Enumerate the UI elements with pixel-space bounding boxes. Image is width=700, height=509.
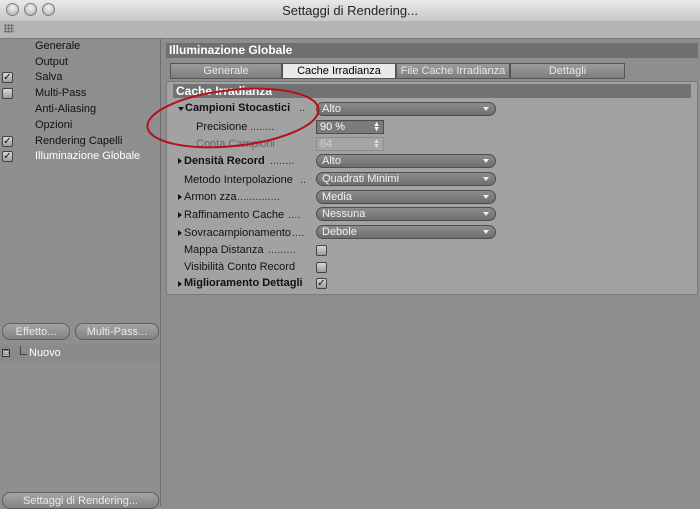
dropdown-value: Alto [322,155,341,167]
expand-arrow-icon[interactable] [178,281,182,287]
sidebar-item-salva[interactable]: Salva [35,70,63,86]
dropdown-arrow-icon [483,107,489,111]
dropdown-arrow-icon [483,212,489,216]
drag-grip-icon[interactable] [4,24,14,33]
mappa-distanza-label: Mappa Distanza [184,244,264,256]
metodo-interpolazione-dropdown[interactable]: Quadrati Minimi [316,172,496,186]
dropdown-value: Media [322,191,352,203]
window-title: Settaggi di Rendering... [282,3,418,18]
raffinamento-cache-dropdown[interactable]: Nessuna [316,207,496,221]
sidebar-check-illuminazione-globale[interactable]: ✓ [2,151,13,162]
dropdown-value: Nessuna [322,208,366,220]
expand-arrow-icon[interactable] [178,194,182,200]
densita-record-dropdown[interactable]: Alto [316,154,496,168]
sidebar-item-output[interactable]: Output [35,55,68,71]
collapse-icon[interactable]: ⊡ [2,349,10,357]
tab-generale[interactable]: Generale [170,63,282,79]
title-bar: Settaggi di Rendering... [0,0,700,22]
sidebar-check-multi-pass[interactable] [2,88,13,99]
sidebar-item-label: Illuminazione Globale [35,150,141,162]
densita-record-label: Densità Record [184,155,265,167]
sidebar-item-generale[interactable]: Generale [35,39,80,55]
visibilita-conto-record-checkbox[interactable] [316,262,327,273]
sidebar-item-rendering-capelli[interactable]: Rendering Capelli [35,134,122,150]
dropdown-arrow-icon [483,177,489,181]
annotation-ellipse [146,87,320,149]
leader-dots: ......... [268,244,296,256]
dropdown-value: Quadrati Minimi [322,173,400,185]
expand-arrow-icon[interactable] [178,230,182,236]
leader-dots: ........ [270,155,295,167]
tab-file-cache-irradianza[interactable]: File Cache Irradianza [396,63,510,79]
leader-dots: .... [288,209,301,221]
sidebar-check-rendering-capelli[interactable]: ✓ [2,136,13,147]
campioni-stocastici-dropdown[interactable]: Alto [316,102,496,116]
preset-item-nuovo[interactable]: Nuovo [29,347,61,359]
sidebar-item-illuminazione-globale[interactable]: Illuminazione Globale [35,149,140,165]
sovracampionamento-dropdown[interactable]: Debole [316,225,496,239]
sovracampionamento-label: Sovracampionamento [184,227,292,239]
leader-dots: .. [300,174,307,186]
miglioramento-dettagli-checkbox[interactable]: ✓ [316,278,327,289]
mappa-distanza-checkbox[interactable] [316,245,327,256]
tab-bar: Generale Cache Irradianza File Cache Irr… [170,63,625,79]
stepper-icon: ▲ ▼ [373,138,380,150]
miglioramento-dettagli-label: Miglioramento Dettagli [184,277,303,289]
sidebar-item-label: Anti-Aliasing [35,103,97,115]
raffinamento-cache-label: Raffinamento Cache [184,209,285,221]
sidebar-item-label: Multi-Pass [35,87,87,99]
sidebar-item-label: Salva [35,71,63,83]
dropdown-arrow-icon [483,230,489,234]
expand-arrow-icon[interactable] [178,158,182,164]
render-settings-button[interactable]: Settaggi di Rendering... [2,492,159,509]
stepper-icon[interactable]: ▲ ▼ [373,121,380,133]
sidebar-item-multi-pass[interactable]: Multi-Pass [35,86,86,102]
dropdown-value: Debole [322,226,357,238]
tab-dettagli[interactable]: Dettagli [510,63,625,79]
effect-button[interactable]: Effetto... [2,323,70,340]
sidebar-item-label: Opzioni [35,119,73,131]
dropdown-arrow-icon [483,159,489,163]
tab-cache-irradianza[interactable]: Cache Irradianza [282,63,396,79]
sidebar-item-label: Generale [35,40,81,52]
multi-pass-button[interactable]: Multi-Pass... [75,323,159,340]
tree-line-icon [20,346,27,355]
leader-dots: .............. [237,191,280,203]
sidebar-item-label: Rendering Capelli [35,135,123,147]
armonizza-dropdown[interactable]: Media [316,190,496,204]
sidebar-check-salva[interactable]: ✓ [2,72,13,83]
toolbar-strip [0,21,700,39]
panel-title: Illuminazione Globale [166,43,698,58]
sidebar-item-opzioni[interactable]: Opzioni [35,118,72,134]
visibilita-conto-record-label: Visibilità Conto Record [184,261,296,273]
expand-arrow-icon[interactable] [178,212,182,218]
armonizza-label: Armon zza [184,191,237,203]
dropdown-arrow-icon [483,195,489,199]
sidebar-item-label: Output [35,56,69,68]
sidebar-item-anti-aliasing[interactable]: Anti-Aliasing [35,102,96,118]
leader-dots: .... [292,227,305,239]
metodo-interpolazione-label: Metodo Interpolazione [184,174,293,186]
